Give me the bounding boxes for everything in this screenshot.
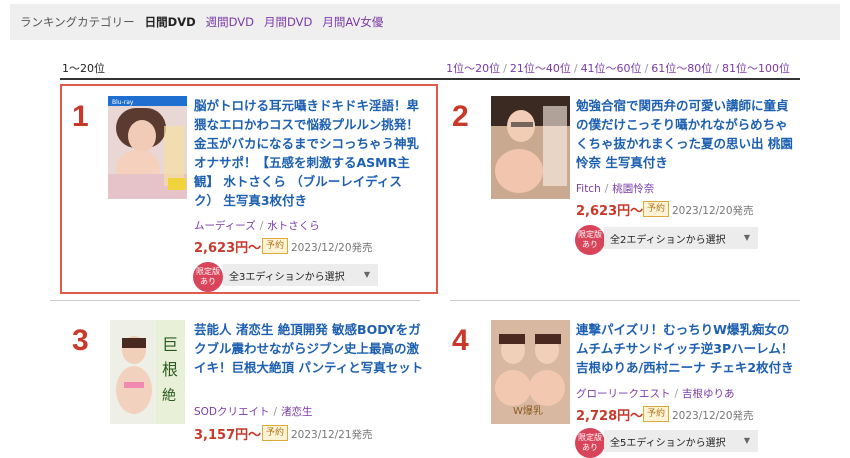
range-link-61-80[interactable]: 61位〜80位	[651, 62, 712, 75]
product-meta: ムーディーズ / 水トさくら	[194, 220, 320, 232]
edition-select-label: 全5エディションから選択	[610, 437, 726, 449]
limited-badge-line: 限定版	[578, 230, 602, 239]
chevron-down-icon: ▼	[743, 436, 750, 445]
product-thumbnail[interactable]: Blu-ray	[108, 96, 187, 199]
actress-link[interactable]: 水トさくら	[267, 220, 320, 232]
range-link-81-100[interactable]: 81位〜100位	[722, 62, 790, 75]
edition-select[interactable]: 全2エディションから選択 ▼	[604, 227, 758, 249]
product-thumbnail[interactable]: W爆乳	[491, 320, 570, 424]
maker-link[interactable]: ムーディーズ	[194, 220, 256, 232]
limited-badge-line: あり	[582, 240, 598, 249]
product-title[interactable]: 連撃パイズリ！むっちりW爆乳痴女のムチムチサンドイッチ逆3Pハーレム！吉根ゆりあ…	[576, 320, 800, 377]
svg-text:W爆乳: W爆乳	[513, 404, 543, 417]
row-divider	[50, 300, 420, 301]
limited-edition-badge: 限定版 あり	[575, 225, 605, 255]
maker-link[interactable]: SODクリエイト	[194, 406, 270, 418]
limited-badge-line: 限定版	[196, 267, 220, 276]
product-meta: グローリークエスト / 吉根ゆりあ	[576, 388, 735, 400]
tab-daily-dvd[interactable]: 日間DVD	[145, 14, 196, 30]
product-price: 3,157円〜	[194, 428, 262, 443]
preorder-badge: 予約	[643, 201, 670, 217]
maker-link[interactable]: グローリークエスト	[576, 388, 671, 400]
product-title[interactable]: 勉強合宿で関西弁の可愛い講師に童貞の僕だけこっそり囁かれながらめちゃくちゃ抜かれ…	[576, 96, 800, 172]
svg-text:絶: 絶	[162, 388, 176, 404]
tab-monthly-actress[interactable]: 月間AV女優	[322, 14, 383, 30]
tab-weekly-dvd[interactable]: 週間DVD	[206, 14, 254, 30]
preorder-badge: 予約	[262, 238, 289, 254]
product-title[interactable]: 芸能人 渚恋生 絶頂開発 敏感BODYをガクブル震わせながらジブン史上最高の激イ…	[194, 320, 424, 377]
release-date: 2023/12/20発売	[291, 242, 373, 254]
range-separator: /	[573, 62, 578, 75]
actress-link[interactable]: 渚恋生	[281, 406, 313, 418]
release-date: 2023/12/20発売	[672, 205, 754, 217]
product-title[interactable]: 脳がトロける耳元囁きドキドキ淫語！卑猥なエロかわコスで悩殺プルルン挑発！金玉がバ…	[194, 96, 422, 210]
ranking-category-bar: ランキングカテゴリー 日間DVD 週間DVD 月間DVD 月間AV女優	[10, 4, 840, 40]
svg-text:根: 根	[162, 360, 178, 379]
preorder-badge: 予約	[643, 406, 670, 422]
rank-range-bar: 1〜20位 1位〜20位/21位〜40位/41位〜60位/61位〜80位/81位…	[60, 56, 800, 80]
limited-edition-badge: 限定版 あり	[193, 262, 223, 292]
range-separator: /	[503, 62, 507, 75]
edition-select-label: 全3エディションから選択	[229, 271, 345, 283]
preorder-badge: 予約	[262, 425, 289, 441]
actress-link[interactable]: 桃園怜奈	[612, 183, 654, 195]
category-label: ランキングカテゴリー	[20, 15, 135, 29]
actress-link[interactable]: 吉根ゆりあ	[682, 388, 735, 400]
rank-number: 1	[72, 100, 89, 133]
release-date: 2023/12/21発売	[291, 429, 373, 441]
chevron-down-icon: ▼	[743, 233, 750, 242]
svg-text:巨: 巨	[162, 335, 178, 354]
product-price: 2,623円〜	[194, 241, 262, 256]
range-separator: /	[715, 62, 719, 75]
current-range: 1〜20位	[62, 62, 105, 75]
limited-badge-line: 限定版	[578, 433, 602, 442]
tab-monthly-dvd[interactable]: 月間DVD	[264, 14, 312, 30]
release-date: 2023/12/20発売	[672, 410, 754, 422]
row-divider	[450, 300, 800, 301]
rank-number: 4	[452, 324, 469, 357]
edition-select[interactable]: 全3エディションから選択 ▼	[223, 264, 378, 286]
range-link-21-40[interactable]: 21位〜40位	[510, 62, 571, 75]
edition-select[interactable]: 全5エディションから選択 ▼	[604, 430, 758, 452]
edition-select-label: 全2エディションから選択	[610, 234, 726, 246]
product-meta: Fitch / 桃園怜奈	[576, 183, 655, 195]
limited-edition-badge: 限定版 あり	[575, 428, 605, 458]
rank-number: 2	[452, 100, 469, 133]
maker-link[interactable]: Fitch	[576, 183, 601, 195]
svg-text:Blu-ray: Blu-ray	[112, 99, 134, 106]
range-link-1-20[interactable]: 1位〜20位	[446, 62, 500, 75]
product-price: 2,728円〜	[576, 409, 644, 424]
limited-badge-line: あり	[200, 277, 216, 286]
range-link-41-60[interactable]: 41位〜60位	[581, 62, 642, 75]
product-thumbnail[interactable]: 巨 根 絶	[110, 320, 185, 424]
rank-number: 3	[72, 324, 89, 357]
range-links: 1位〜20位/21位〜40位/41位〜60位/61位〜80位/81位〜100位	[446, 60, 790, 76]
limited-badge-line: あり	[582, 443, 598, 452]
product-price: 2,623円〜	[576, 204, 644, 219]
range-separator: /	[644, 62, 649, 75]
chevron-down-icon: ▼	[363, 270, 370, 279]
product-thumbnail[interactable]	[491, 96, 570, 199]
product-meta: SODクリエイト / 渚恋生	[194, 406, 313, 418]
